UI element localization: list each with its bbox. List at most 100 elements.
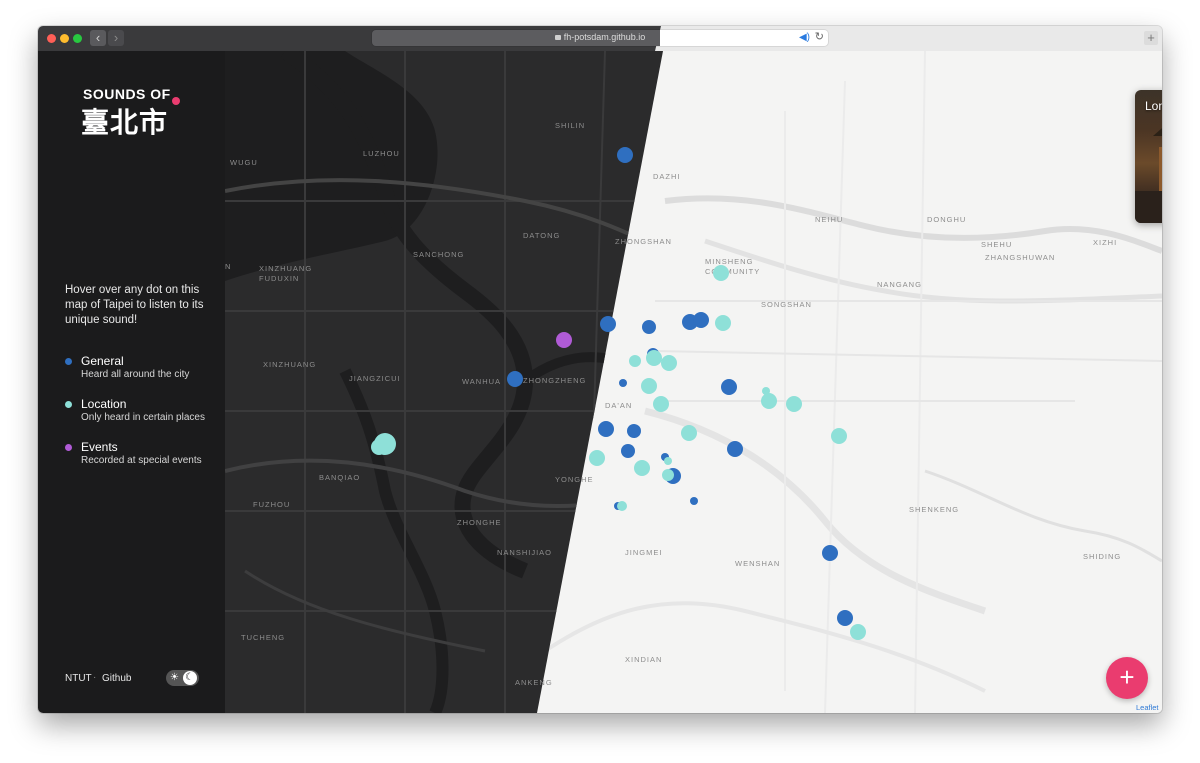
map-label: DA'AN xyxy=(605,401,633,410)
speaker-icon[interactable]: ◀) xyxy=(799,32,810,44)
map-label: XINZHUANG xyxy=(263,360,317,369)
new-tab-button[interactable]: + xyxy=(1144,31,1158,45)
github-link[interactable]: Github xyxy=(102,673,131,684)
general-sound-dot[interactable] xyxy=(822,545,838,561)
general-sound-dot[interactable] xyxy=(598,421,614,437)
temple-photo xyxy=(1153,118,1162,136)
location-sound-dot[interactable] xyxy=(646,350,662,366)
sidebar: SOUNDS OF 臺北市 Hover over any dot on this… xyxy=(38,51,225,713)
events-sound-dot[interactable] xyxy=(556,332,572,348)
leaflet-attribution[interactable]: Leaflet xyxy=(1136,703,1159,712)
map-label: NEIHU xyxy=(815,215,844,224)
sound-preview-card[interactable]: Longshan Temple xyxy=(1135,90,1162,223)
lock-icon xyxy=(554,35,561,40)
location-sound-dot[interactable] xyxy=(617,501,627,511)
location-dot-icon xyxy=(65,401,72,408)
logo-chinese-text: 臺北市 xyxy=(81,106,169,139)
general-sound-dot[interactable] xyxy=(721,379,737,395)
map-label: XINDIAN xyxy=(625,655,663,664)
location-sound-dot[interactable] xyxy=(641,378,657,394)
general-sound-dot[interactable] xyxy=(600,316,616,332)
map-label: ZHONGSHAN xyxy=(615,237,672,246)
logo-dot-icon xyxy=(172,97,180,105)
map-label: XIZHI xyxy=(1093,238,1118,247)
theme-toggle[interactable]: ☀ ☾ xyxy=(166,670,199,686)
map-label: DONGHU xyxy=(927,215,967,224)
map-label: DATONG xyxy=(523,231,561,240)
location-sound-dot[interactable] xyxy=(715,315,731,331)
map-label: XINZHUANG FUDUXIN xyxy=(259,264,313,283)
moon-icon: ☾ xyxy=(185,672,194,683)
map-label: LUZHOU xyxy=(363,149,400,158)
map-label: NANGANG xyxy=(877,280,922,289)
reload-icon[interactable]: ↻ xyxy=(815,31,824,44)
general-sound-dot[interactable] xyxy=(619,379,627,387)
map-label: SANCHONG xyxy=(413,250,465,259)
location-sound-dot[interactable] xyxy=(371,439,387,455)
location-sound-dot[interactable] xyxy=(713,265,729,281)
map-label: SHEHU xyxy=(981,240,1013,249)
ntut-link[interactable]: NTUT xyxy=(65,673,92,684)
location-sound-dot[interactable] xyxy=(664,457,672,465)
map-label: SHENKENG xyxy=(909,505,960,514)
map[interactable]: SHILIN WUGU LUZHOU DAZHI DATONG ZHONGSHAN SANC… xyxy=(225,51,1162,713)
location-sound-dot[interactable] xyxy=(850,624,866,640)
popup-title: Longshan Temple xyxy=(1145,99,1162,113)
sun-icon: ☀ xyxy=(170,672,179,683)
minimize-window-icon[interactable] xyxy=(60,34,69,43)
location-sound-dot[interactable] xyxy=(653,396,669,412)
address-bar[interactable]: fh-potsdam.github.io ◀) ↻ xyxy=(372,30,828,46)
map-label: NANSHIJIAO xyxy=(497,548,553,557)
map-label: JINGMEI xyxy=(625,548,663,557)
general-sound-dot[interactable] xyxy=(642,320,656,334)
map-label: TUCHENG xyxy=(241,633,286,642)
location-sound-dot[interactable] xyxy=(786,396,802,412)
location-sound-dot[interactable] xyxy=(681,425,697,441)
general-sound-dot[interactable] xyxy=(727,441,743,457)
legend-title: General xyxy=(81,354,124,368)
location-sound-dot[interactable] xyxy=(761,393,777,409)
location-sound-dot[interactable] xyxy=(629,355,641,367)
browser-window: ‹ › fh-potsdam.github.io ◀) ↻ + SHILIN W… xyxy=(38,26,1162,713)
map-label: YONGHE xyxy=(555,475,594,484)
general-sound-dot[interactable] xyxy=(507,371,523,387)
map-label: WANHUA xyxy=(462,377,502,386)
legend-description: Only heard in certain places xyxy=(81,412,205,423)
add-sound-button[interactable]: + xyxy=(1106,657,1148,699)
general-sound-dot[interactable] xyxy=(627,424,641,438)
back-button[interactable]: ‹ xyxy=(90,30,106,46)
map-label: ANKENG xyxy=(515,678,553,687)
legend-title: Events xyxy=(81,440,118,454)
location-sound-dot[interactable] xyxy=(661,355,677,371)
url-text: fh-potsdam.github.io xyxy=(563,32,646,42)
location-sound-dot[interactable] xyxy=(589,450,605,466)
general-sound-dot[interactable] xyxy=(690,497,698,505)
logo-text: SOUNDS OF xyxy=(83,86,171,102)
footer-separator: · xyxy=(93,672,97,683)
general-sound-dot[interactable] xyxy=(617,147,633,163)
map-label: BANQIAO xyxy=(319,473,361,482)
forward-button[interactable]: › xyxy=(108,30,124,46)
map-label: ZHONGHE xyxy=(457,518,502,527)
map-label: JIANGZICUI xyxy=(349,374,401,383)
maximize-window-icon[interactable] xyxy=(73,34,82,43)
intro-text: Hover over any dot on this map of Taipei… xyxy=(65,284,204,326)
events-dot-icon xyxy=(65,444,72,451)
general-sound-dot[interactable] xyxy=(837,610,853,626)
legend-title: Location xyxy=(81,397,127,411)
legend-description: Heard all around the city xyxy=(81,369,190,380)
location-sound-dot[interactable] xyxy=(634,460,650,476)
location-sound-dot[interactable] xyxy=(762,387,770,395)
map-label: ZHANGSHUWAN xyxy=(985,253,1056,262)
general-sound-dot[interactable] xyxy=(693,312,709,328)
location-sound-dot[interactable] xyxy=(662,469,674,481)
map-label: SONGSHAN xyxy=(761,300,812,309)
general-sound-dot[interactable] xyxy=(621,444,635,458)
legend-description: Recorded at special events xyxy=(81,455,202,466)
map-label: FUZHOU xyxy=(253,500,291,509)
location-sound-dot[interactable] xyxy=(831,428,847,444)
close-window-icon[interactable] xyxy=(47,34,56,43)
general-dot-icon xyxy=(65,358,72,365)
map-label: WUGU xyxy=(230,158,258,167)
map-label: SHIDING xyxy=(1083,552,1122,561)
